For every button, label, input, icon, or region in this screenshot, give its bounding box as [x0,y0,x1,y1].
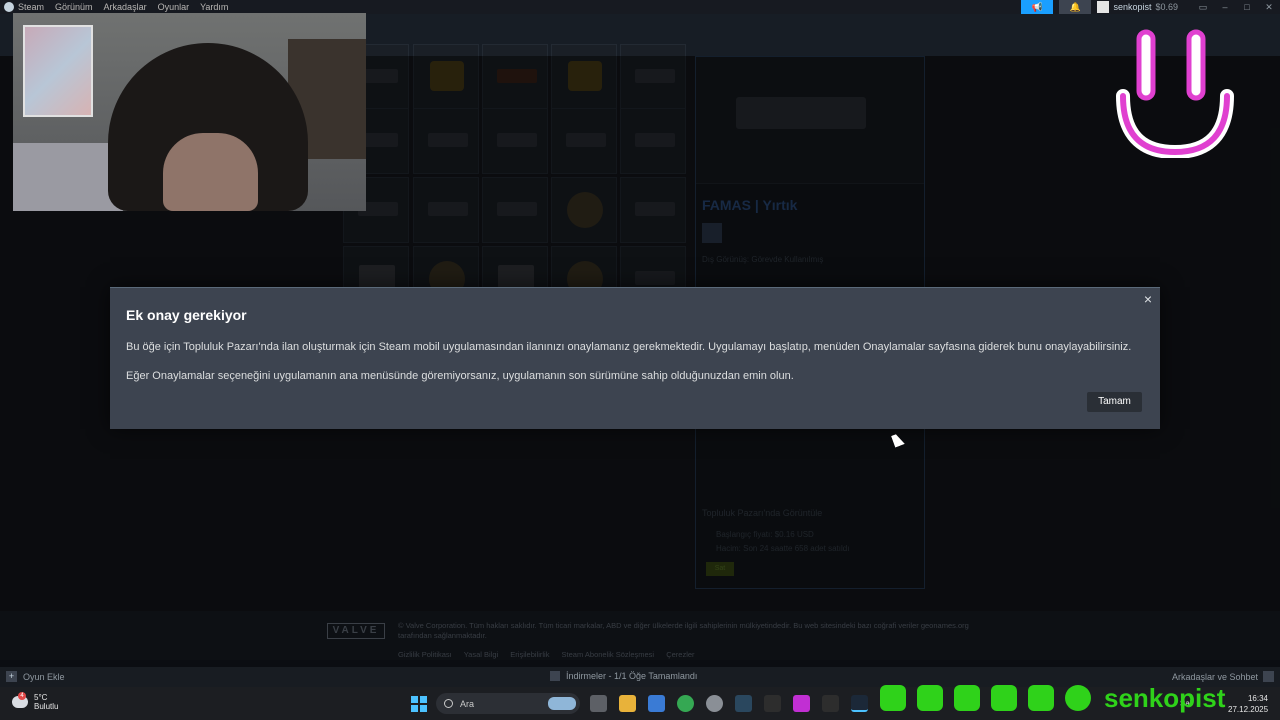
kick-icon [954,685,980,711]
dialog-hint: Eğer Onaylamalar seçeneğini uygulamanın … [126,370,794,382]
footer-link-accessibility[interactable]: Erişilebilirlik [510,650,549,659]
temperature: 5°C [34,693,48,702]
footer-links: Gizlilik Politikası Yasal Bilgi Erişileb… [398,650,705,659]
add-game-label: Oyun Ekle [23,671,65,682]
friends-label: Arkadaşlar ve Sohbet [1171,671,1258,682]
search-highlight-icon [548,697,576,710]
tiktok-icon [917,685,943,711]
ok-button[interactable]: Tamam [1087,392,1142,412]
steam-logo-icon [4,2,14,12]
chat-icon [1263,671,1274,682]
taskbar-search[interactable]: Ara [436,693,580,714]
footer-link-cookies[interactable]: Çerezler [666,650,694,659]
clock-time: 16:34 [1247,694,1268,703]
webcam-overlay [13,13,366,211]
search-placeholder: Ara [460,698,475,709]
plus-icon: + [6,671,17,682]
username[interactable]: senkopist [1113,2,1151,12]
big-picture-icon[interactable]: ▭ [1192,2,1214,13]
download-icon [550,671,560,681]
dialog-message: Bu öğe için Topluluk Pazarı'nda ilan olu… [126,341,1132,353]
app-icon[interactable] [793,695,810,712]
epic-games-icon-2[interactable] [822,695,839,712]
weather-condition: Bulutlu [34,702,59,711]
legal-text: © Valve Corporation. Tüm hakları saklıdı… [398,621,969,640]
friends-chat-button[interactable]: Arkadaşlar ve Sohbet [1172,671,1274,682]
downloads-label: İndirmeler - 1/1 Öğe Tamamlandı [566,671,698,681]
maximize-icon[interactable]: □ [1236,2,1258,12]
weather-widget[interactable]: 4 5°C Bulutlu [12,692,59,711]
confirmation-dialog: × Ek onay gerekiyor Bu öğe için Topluluk… [110,287,1160,429]
social-overlay: senkopist [880,684,1230,712]
brand-name: senkopist [1104,683,1226,713]
thumbs-up-icon [1028,685,1054,711]
windows-start-icon[interactable] [411,696,427,712]
dialog-title: Ek onay gerekiyor [126,307,247,323]
minimize-icon[interactable]: – [1214,2,1236,12]
wallet-balance: $0.69 [1155,2,1178,12]
file-explorer-icon[interactable] [619,695,636,712]
chrome-icon[interactable] [677,695,694,712]
menu-help[interactable]: Yardım [200,2,228,12]
footer-link-privacy[interactable]: Gizlilik Politikası [398,650,452,659]
downloads-status[interactable]: İndirmeler - 1/1 Öğe Tamamlandı [550,671,697,681]
menu-steam[interactable]: Steam [18,2,44,12]
bell-icon[interactable]: 🔔 [1059,0,1092,14]
webcam-face [163,133,258,211]
store-icon[interactable] [648,695,665,712]
valve-logo[interactable]: VALVE [327,623,385,639]
clock[interactable]: 16:34 27.12.2025 [1228,693,1268,715]
menu-games[interactable]: Oyunlar [158,2,190,12]
avatar[interactable] [1097,1,1110,13]
clock-date: 27.12.2025 [1228,705,1269,714]
search-icon [444,699,453,708]
discord-icon[interactable] [706,695,723,712]
footer-link-legal[interactable]: Yasal Bilgi [464,650,498,659]
page-footer: VALVE © Valve Corporation. Tüm hakları s… [0,611,1280,660]
youtube-icon [991,685,1017,711]
close-icon[interactable]: × [1142,292,1154,306]
account-area: 📢 🔔 senkopist $0.69 ▭ – □ ✕ [1021,0,1280,14]
footer-link-subscriber-agreement[interactable]: Steam Abonelik Sözleşmesi [562,650,655,659]
steam-icon[interactable] [735,695,752,712]
task-view-icon[interactable] [590,695,607,712]
megaphone-icon[interactable]: 📢 [1021,0,1054,14]
close-icon[interactable]: ✕ [1258,2,1280,13]
epic-games-icon[interactable] [764,695,781,712]
add-game-button[interactable]: + Oyun Ekle [6,671,65,682]
smiley-icon [1116,29,1234,158]
bell-icon [1065,685,1091,711]
webcam-painting [23,25,93,117]
menu-view[interactable]: Görünüm [55,2,93,12]
menu-friends[interactable]: Arkadaşlar [104,2,147,12]
cloud-icon: 4 [12,692,28,708]
instagram-icon [880,685,906,711]
steam-active-icon[interactable] [851,695,868,712]
webcam-couch [13,143,123,211]
screen: Steam Görünüm Arkadaşlar Oyunlar Yardım … [0,0,1280,720]
weather-badge: 4 [18,692,26,700]
